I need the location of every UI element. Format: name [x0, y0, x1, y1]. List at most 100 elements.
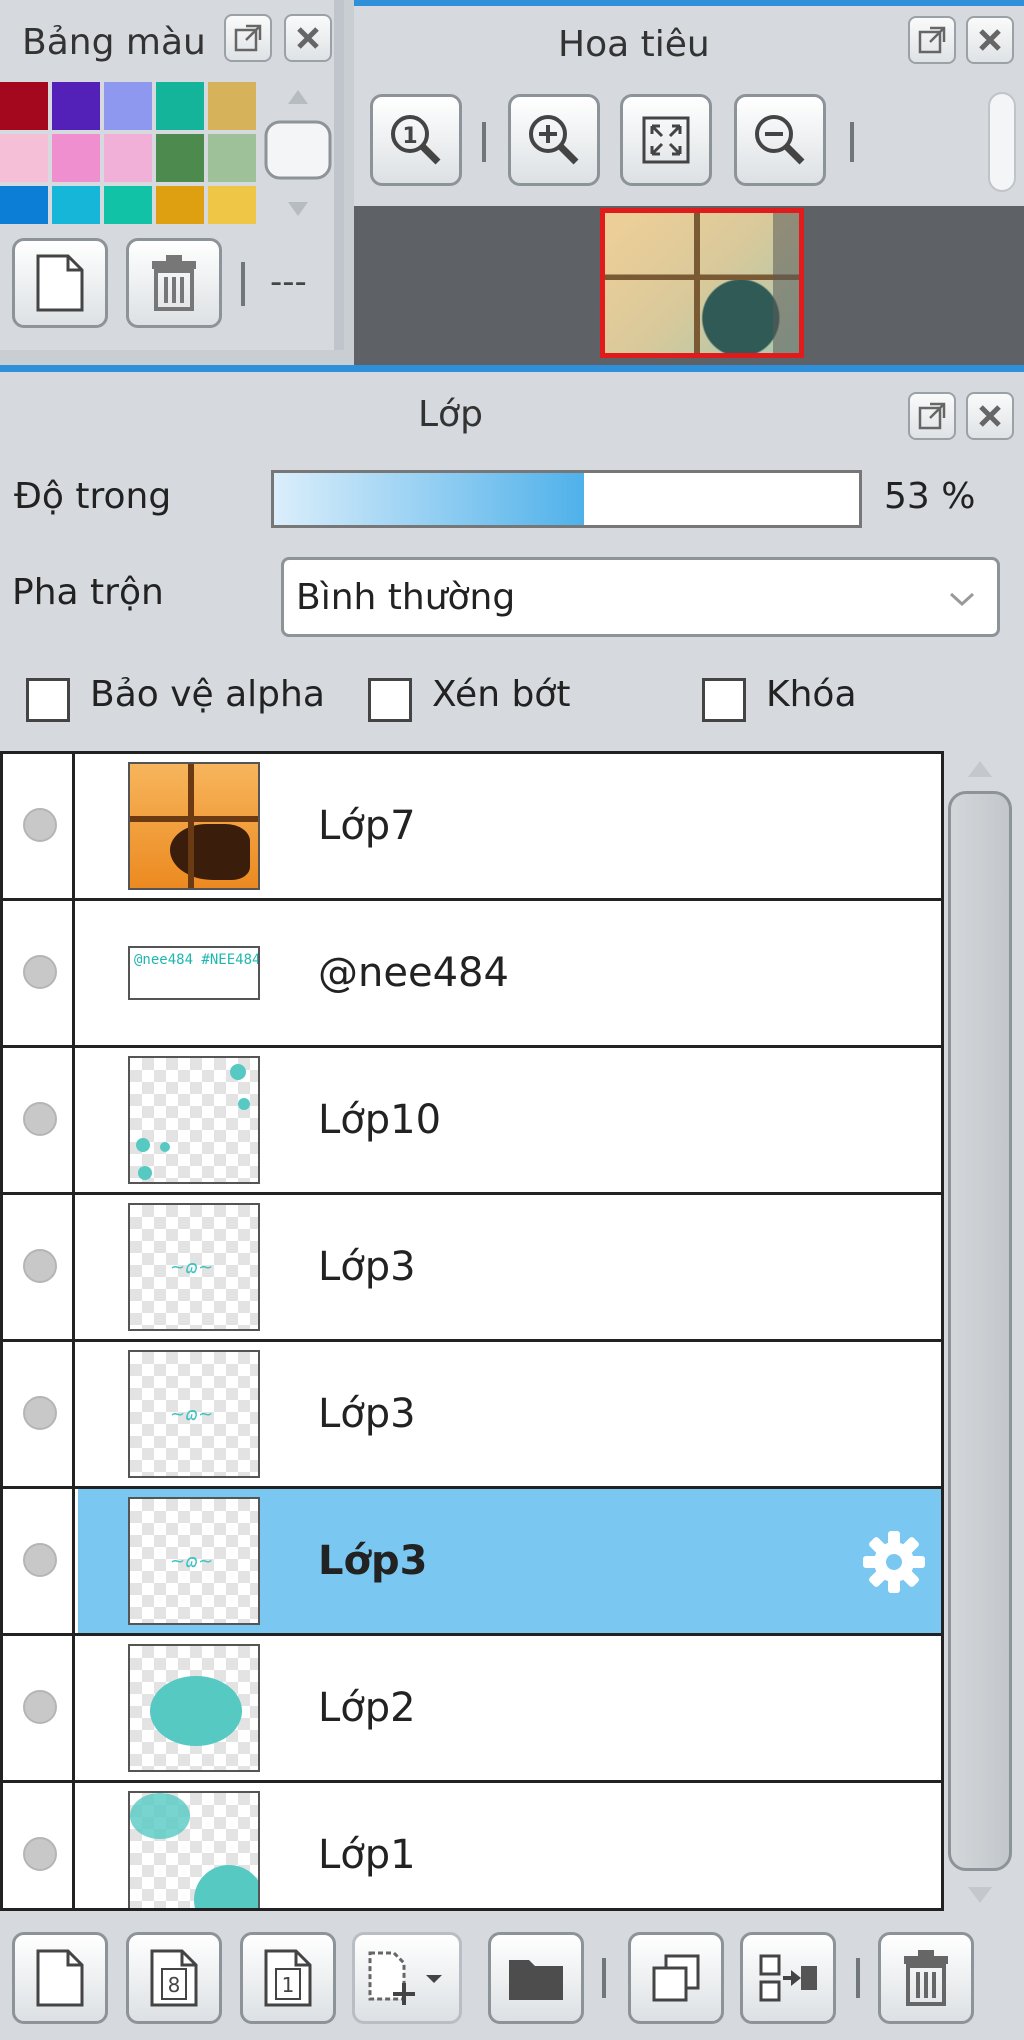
toolbar-separator [602, 1958, 606, 1998]
layer-row[interactable]: Lớp7 [3, 754, 941, 901]
fit-to-window-icon[interactable] [620, 94, 712, 186]
delete-layer-icon[interactable] [878, 1932, 974, 2024]
new-palette-icon[interactable] [12, 238, 108, 328]
visibility-dot-icon [23, 808, 57, 842]
new-8bit-layer-icon[interactable]: 8 [126, 1932, 222, 2024]
new-layer-icon[interactable] [12, 1932, 108, 2024]
layer-visibility-toggle[interactable] [3, 1783, 75, 1908]
palette-scrollbar[interactable] [262, 82, 334, 224]
color-swatch[interactable] [156, 134, 204, 182]
layer-name: @nee484 [318, 950, 509, 996]
color-swatch[interactable] [52, 134, 100, 182]
blend-mode-select[interactable]: Bình thường [281, 557, 1000, 637]
color-swatch[interactable] [208, 82, 256, 130]
visibility-dot-icon [23, 1690, 57, 1724]
add-layer-dropdown-icon[interactable] [352, 1932, 462, 2024]
color-swatch[interactable] [208, 186, 256, 224]
visibility-dot-icon [23, 1396, 57, 1430]
toolbar-separator [482, 122, 486, 162]
layer-visibility-toggle[interactable] [3, 1489, 75, 1633]
popout-icon[interactable] [908, 392, 956, 440]
svg-text:1: 1 [282, 1973, 295, 1997]
close-icon[interactable] [284, 14, 332, 62]
scroll-up-icon[interactable] [966, 759, 994, 779]
blend-mode-label: Pha trộn [12, 572, 164, 613]
layer-name: Lớp1 [318, 1832, 416, 1878]
zoom-out-icon[interactable] [734, 94, 826, 186]
opacity-slider[interactable] [271, 470, 862, 528]
layer-settings-gear-icon[interactable] [859, 1527, 929, 1597]
close-icon[interactable] [966, 16, 1014, 64]
layers-panel: Lớp Độ trong 53 % Pha trộn Bình thường B… [0, 365, 1024, 2040]
delete-palette-icon[interactable] [126, 238, 222, 328]
new-1bit-layer-icon[interactable]: 1 [240, 1932, 336, 2024]
duplicate-layer-icon[interactable] [628, 1932, 724, 2024]
new-folder-icon[interactable] [488, 1932, 584, 2024]
layer-row[interactable]: Lớp2 [3, 1636, 941, 1783]
layer-thumbnail: ~ɷ~ [128, 1203, 260, 1331]
close-icon[interactable] [966, 392, 1014, 440]
layer-visibility-toggle[interactable] [3, 1048, 75, 1192]
color-swatch[interactable] [0, 82, 48, 130]
layer-row[interactable]: ~ɷ~ Lớp3 [3, 1342, 941, 1489]
layer-row[interactable]: Lớp10 [3, 1048, 941, 1195]
visibility-dot-icon [23, 1249, 57, 1283]
zoom-in-icon[interactable] [508, 94, 600, 186]
scrollbar-thumb[interactable] [948, 791, 1012, 1871]
popout-icon[interactable] [908, 16, 956, 64]
color-swatch[interactable] [52, 82, 100, 130]
palette-title: Bảng màu [22, 22, 206, 63]
color-swatch[interactable] [156, 82, 204, 130]
protect-alpha-checkbox[interactable] [26, 678, 70, 722]
layer-row[interactable]: Lớp1 [3, 1783, 941, 1908]
layer-visibility-toggle[interactable] [3, 901, 75, 1045]
layer-thumbnail: ~ɷ~ [128, 1497, 260, 1625]
toolbar-separator [850, 122, 854, 162]
layer-visibility-toggle[interactable] [3, 1195, 75, 1339]
layer-thumbnail [128, 1056, 260, 1184]
navigator-title: Hoa tiêu [558, 24, 710, 65]
navigator-viewport-frame[interactable] [600, 208, 804, 358]
navigator-panel: Hoa tiêu 1 [354, 0, 1024, 371]
popout-icon[interactable] [224, 14, 272, 62]
color-swatch[interactable] [0, 186, 48, 224]
opacity-slider-fill [274, 473, 585, 525]
layer-thumbnail: @nee484 #NEE484 [128, 946, 260, 1000]
layers-toolbar: 8 1 [0, 1912, 1024, 2040]
merge-down-icon[interactable] [740, 1932, 836, 2024]
layer-list-scrollbar[interactable] [948, 751, 1012, 1911]
visibility-dot-icon [23, 955, 57, 989]
layer-name: Lớp3 [318, 1391, 416, 1437]
color-swatch[interactable] [104, 186, 152, 224]
color-swatch[interactable] [156, 186, 204, 224]
palette-menu-label[interactable]: --- [270, 262, 307, 302]
layer-row[interactable]: ~ɷ~ Lớp3 [3, 1195, 941, 1342]
lock-checkbox[interactable] [702, 678, 746, 722]
layer-visibility-toggle[interactable] [3, 1342, 75, 1486]
svg-text:8: 8 [168, 1973, 181, 1997]
opacity-value: 53 % [884, 476, 976, 517]
layer-visibility-toggle[interactable] [3, 754, 75, 898]
color-swatch[interactable] [0, 134, 48, 182]
toolbar-separator [241, 262, 245, 306]
color-swatch[interactable] [52, 186, 100, 224]
chevron-down-icon [949, 592, 975, 606]
layer-row-selected[interactable]: ~ɷ~ Lớp3 [3, 1489, 941, 1636]
navigator-scrollbar[interactable] [988, 92, 1016, 192]
layer-visibility-toggle[interactable] [3, 1636, 75, 1780]
scroll-down-icon[interactable] [966, 1885, 994, 1905]
navigator-canvas[interactable] [354, 206, 1024, 371]
clipping-checkbox[interactable] [368, 678, 412, 722]
color-swatch[interactable] [104, 134, 152, 182]
layer-thumbnail [128, 1644, 260, 1772]
color-swatch[interactable] [104, 82, 152, 130]
layer-row[interactable]: @nee484 #NEE484 @nee484 [3, 901, 941, 1048]
actual-size-icon[interactable]: 1 [370, 94, 462, 186]
color-swatch[interactable] [208, 134, 256, 182]
swatch-grid [0, 82, 258, 224]
layer-thumbnail: ~ɷ~ [128, 1350, 260, 1478]
lock-label: Khóa [766, 674, 857, 715]
layer-name: Lớp10 [318, 1097, 442, 1143]
layers-title: Lớp [418, 394, 483, 435]
layer-thumbnail [128, 762, 260, 890]
